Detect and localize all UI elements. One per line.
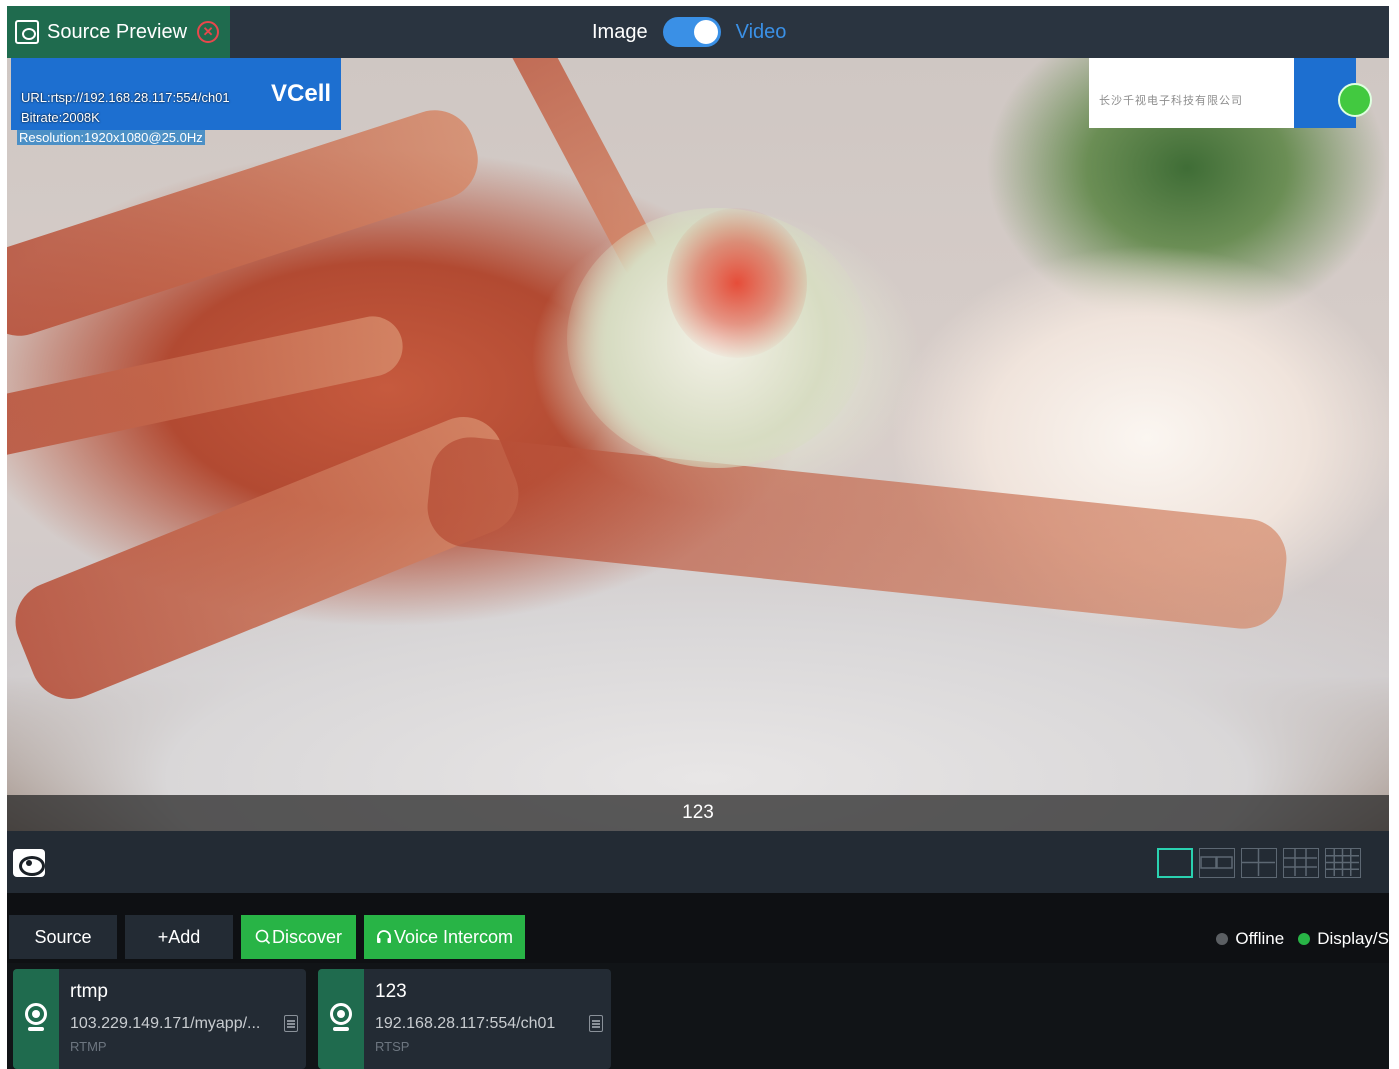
offline-dot bbox=[1216, 933, 1229, 945]
layout-1x2-button[interactable] bbox=[1199, 848, 1235, 878]
discover-button-label: Discover bbox=[271, 926, 342, 947]
source-list: rtmp 103.229.149.171/myapp/... RTMP 123 … bbox=[7, 963, 1389, 1069]
webcam-base bbox=[333, 1027, 349, 1031]
source-preview-window: Source Preview ✕ Image Video URL:rtsp://… bbox=[7, 6, 1389, 1069]
legend-display: Display/S bbox=[1298, 929, 1389, 949]
source-card[interactable]: 123 192.168.28.117:554/ch01 RTSP bbox=[318, 969, 611, 1069]
preview-icon bbox=[15, 20, 39, 44]
preview-caption: 123 bbox=[7, 795, 1389, 831]
overlay-bitrate: Bitrate:2008K bbox=[21, 110, 100, 125]
grid-9-icon bbox=[1284, 849, 1317, 876]
source-protocol: RTMP bbox=[70, 1039, 107, 1054]
source-preview-tab[interactable]: Source Preview ✕ bbox=[7, 6, 230, 58]
webcam-icon bbox=[25, 1003, 47, 1025]
layout-2x2-button[interactable] bbox=[1241, 848, 1277, 878]
source-card[interactable]: rtmp 103.229.149.171/myapp/... RTMP bbox=[13, 969, 306, 1069]
caption-text: 123 bbox=[682, 802, 714, 823]
headset-icon bbox=[376, 930, 391, 943]
search-icon bbox=[255, 929, 271, 945]
split-2-icon bbox=[1200, 856, 1233, 869]
eye-icon[interactable] bbox=[13, 849, 45, 877]
copy-icon[interactable] bbox=[284, 1015, 298, 1032]
add-button[interactable]: +Add bbox=[125, 915, 233, 959]
grid-16-icon bbox=[1326, 849, 1359, 876]
source-url: 192.168.28.117:554/ch01 bbox=[375, 1015, 556, 1032]
page-title: Source Preview bbox=[47, 20, 188, 43]
source-protocol: RTSP bbox=[375, 1039, 410, 1054]
grid-4-icon bbox=[1242, 849, 1275, 876]
source-button[interactable]: Source bbox=[9, 915, 117, 959]
voice-intercom-button[interactable]: Voice Intercom bbox=[364, 915, 525, 959]
voice-intercom-label: Voice Intercom bbox=[393, 926, 514, 947]
webcam-base bbox=[28, 1027, 44, 1031]
source-name: rtmp bbox=[70, 981, 108, 1002]
source-toolbar: Source +Add Discover Voice Intercom Offl… bbox=[7, 893, 1389, 963]
preview-toolbar bbox=[7, 831, 1389, 893]
display-dot bbox=[1298, 933, 1311, 945]
webcam-icon bbox=[330, 1003, 352, 1025]
layout-3x3-button[interactable] bbox=[1283, 848, 1319, 878]
source-url: 103.229.149.171/myapp/... bbox=[70, 1015, 261, 1032]
brand-logo: VCell bbox=[271, 80, 332, 107]
lobster-leg bbox=[7, 310, 409, 466]
legend-display-label: Display/S bbox=[1317, 929, 1389, 948]
layout-4x4-button[interactable] bbox=[1325, 848, 1361, 878]
video-label[interactable]: Video bbox=[736, 21, 787, 44]
video-preview[interactable]: URL:rtsp://192.168.28.117:554/ch01 Bitra… bbox=[7, 58, 1389, 831]
close-icon[interactable]: ✕ bbox=[197, 21, 220, 43]
watermark-text: 长沙千视电子科技有限公司 bbox=[1099, 95, 1243, 107]
add-button-label: +Add bbox=[157, 926, 201, 947]
copy-icon[interactable] bbox=[589, 1015, 603, 1032]
overlay-url: URL:rtsp://192.168.28.117:554/ch01 bbox=[21, 90, 230, 105]
legend-offline: Offline bbox=[1216, 929, 1284, 949]
image-video-toggle[interactable] bbox=[662, 17, 721, 47]
discover-button[interactable]: Discover bbox=[241, 915, 356, 959]
lobster-shell bbox=[423, 433, 1291, 633]
source-name: 123 bbox=[375, 981, 407, 1002]
stream-overlay: URL:rtsp://192.168.28.117:554/ch01 Bitra… bbox=[11, 58, 341, 130]
layout-selector bbox=[1157, 848, 1361, 878]
legend-offline-label: Offline bbox=[1235, 929, 1285, 948]
card-side bbox=[13, 969, 59, 1069]
header-bar: Source Preview ✕ Image Video bbox=[7, 6, 1389, 58]
image-label[interactable]: Image bbox=[592, 21, 648, 44]
watermark-panel: 长沙千视电子科技有限公司 bbox=[1089, 58, 1294, 128]
chili-threads bbox=[667, 208, 807, 358]
overlay-resolution: Resolution:1920x1080@25.0Hz bbox=[17, 130, 205, 145]
layout-1x1-button[interactable] bbox=[1157, 848, 1193, 878]
image-video-switch: Image Video bbox=[592, 16, 786, 48]
card-side bbox=[318, 969, 364, 1069]
status-legend: Offline Display/S bbox=[1202, 929, 1389, 949]
source-button-label: Source bbox=[34, 926, 92, 947]
status-dot bbox=[1338, 83, 1372, 117]
